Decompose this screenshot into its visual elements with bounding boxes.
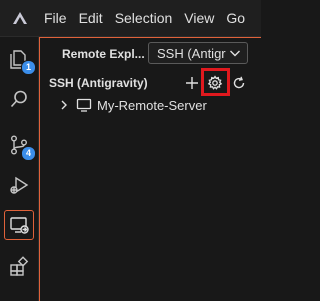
- menu-file[interactable]: File: [38, 0, 73, 36]
- menu-edit[interactable]: Edit: [73, 0, 109, 36]
- menu-selection[interactable]: Selection: [109, 0, 179, 36]
- antigravity-logo-icon[interactable]: [0, 0, 40, 36]
- activity-bar: 1 4: [0, 37, 39, 301]
- add-icon[interactable]: [181, 72, 203, 94]
- dropdown-value: SSH (Antigr: [157, 45, 226, 61]
- source-control-badge: 4: [21, 146, 36, 161]
- refresh-icon[interactable]: [228, 72, 250, 94]
- section-title: SSH (Antigravity): [49, 76, 148, 90]
- remote-monitor-icon: [76, 98, 92, 112]
- extensions-icon[interactable]: [5, 253, 33, 281]
- source-control-icon[interactable]: 4: [5, 131, 36, 161]
- menu-go[interactable]: Go: [220, 0, 251, 36]
- gear-icon[interactable]: [204, 72, 226, 94]
- search-icon[interactable]: [5, 85, 33, 113]
- tree-item-remote-server[interactable]: My-Remote-Server: [40, 94, 262, 116]
- run-debug-icon[interactable]: [5, 171, 33, 199]
- tree-item-label: My-Remote-Server: [97, 97, 207, 113]
- chevron-down-icon: [230, 50, 240, 57]
- menu-view[interactable]: View: [178, 0, 220, 36]
- explorer-badge: 1: [21, 60, 36, 75]
- chevron-right-icon[interactable]: [57, 98, 71, 112]
- menu-bar: File Edit Selection View Go: [0, 0, 261, 37]
- panel-title: Remote Expl...: [62, 47, 145, 61]
- remote-type-dropdown[interactable]: SSH (Antigr: [148, 42, 248, 64]
- remote-explorer-icon[interactable]: [4, 210, 34, 240]
- remote-explorer-panel: Remote Expl... SSH (Antigr SSH (Antigrav…: [39, 37, 261, 301]
- explorer-icon[interactable]: 1: [5, 45, 36, 75]
